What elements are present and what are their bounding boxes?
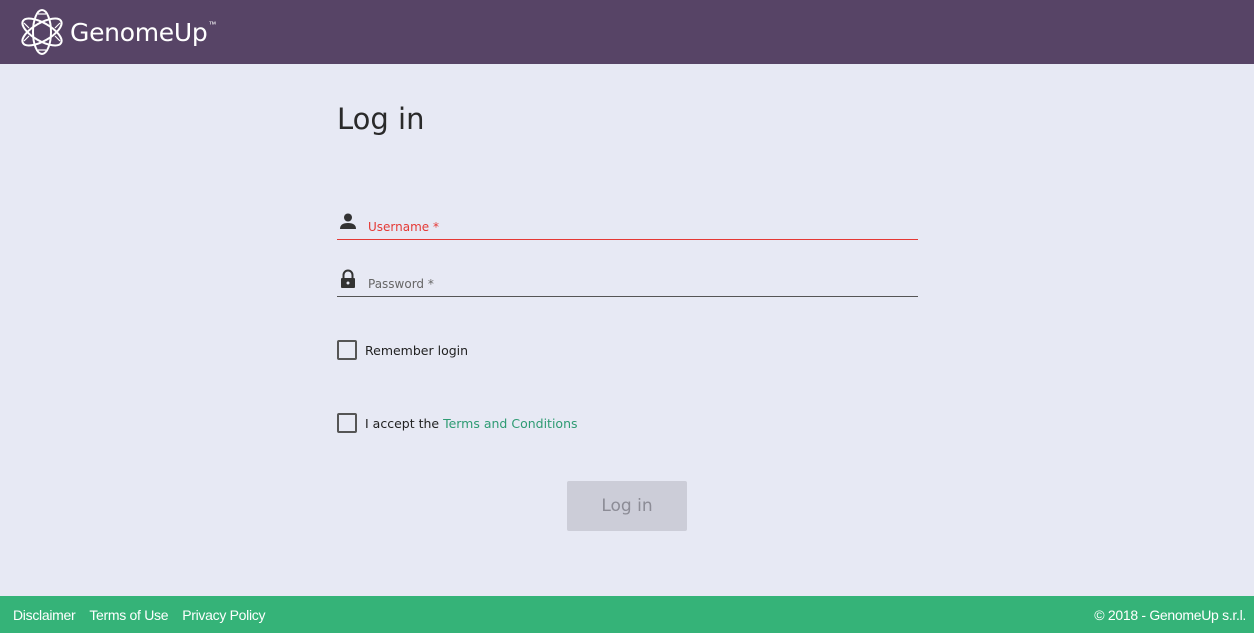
remember-login-checkbox[interactable] [337, 340, 357, 360]
brand-logo[interactable]: GenomeUp ™ [16, 6, 216, 58]
accept-terms-checkbox[interactable] [337, 413, 357, 433]
username-field[interactable]: Username * [337, 206, 918, 240]
accept-terms-row: I accept the Terms and Conditions [337, 413, 578, 433]
login-page: Log in Username * Password * Remember lo… [1, 64, 1253, 596]
footer-links: Disclaimer Terms of Use Privacy Policy [13, 607, 279, 623]
app-header: GenomeUp ™ [0, 0, 1254, 64]
lock-icon [341, 269, 355, 288]
accept-terms-prefix[interactable]: I accept the [365, 416, 443, 431]
copyright-text: © 2018 - GenomeUp s.r.l. [1094, 606, 1246, 623]
genome-logo-icon [21, 9, 63, 55]
remember-login-row: Remember login [337, 340, 468, 360]
terms-of-use-link[interactable]: Terms of Use [89, 607, 168, 623]
login-button[interactable]: Log in [567, 481, 687, 531]
password-input[interactable] [367, 267, 912, 295]
accept-terms-label: I accept the Terms and Conditions [365, 416, 578, 431]
person-icon [340, 213, 356, 229]
disclaimer-link[interactable]: Disclaimer [13, 607, 76, 623]
app-footer: Disclaimer Terms of Use Privacy Policy ©… [0, 596, 1254, 633]
remember-login-label[interactable]: Remember login [365, 343, 468, 358]
password-field[interactable]: Password * [337, 263, 918, 297]
brand-trademark: ™ [208, 19, 217, 29]
username-input[interactable] [367, 210, 912, 238]
page-title: Log in [337, 102, 425, 136]
brand-name: GenomeUp [70, 17, 208, 47]
privacy-policy-link[interactable]: Privacy Policy [182, 607, 265, 623]
terms-and-conditions-link[interactable]: Terms and Conditions [443, 416, 577, 431]
